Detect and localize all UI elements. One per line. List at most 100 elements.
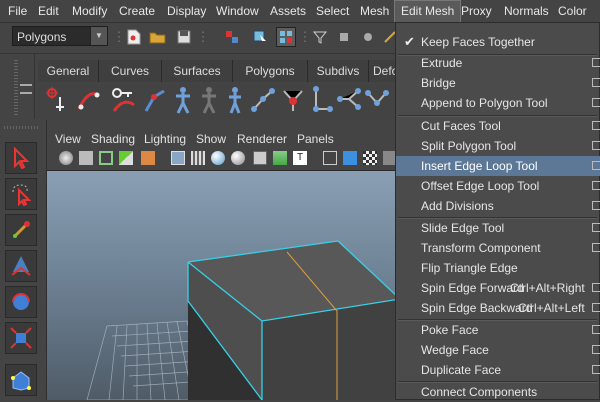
vertex-mask-icon[interactable]	[334, 27, 354, 47]
new-scene-icon[interactable]	[124, 27, 144, 47]
option-box-icon[interactable]	[592, 181, 600, 190]
menu-item-connect-components[interactable]: Connect Components	[396, 382, 600, 402]
xray-icon[interactable]	[343, 151, 357, 165]
tab-subdivs[interactable]: Subdivs	[308, 60, 369, 82]
menu-create[interactable]: Create	[113, 0, 161, 22]
menu-file[interactable]: File	[2, 0, 33, 22]
text-icon[interactable]: T	[293, 151, 307, 165]
menu-mesh[interactable]: Mesh	[354, 0, 395, 22]
image-plane-icon[interactable]	[119, 151, 133, 165]
menu-proxy[interactable]: Proxy	[455, 0, 498, 22]
menu-item-bridge[interactable]: Bridge	[396, 73, 600, 93]
select-hierarchy-icon[interactable]	[222, 27, 242, 47]
joint-insert-icon[interactable]	[310, 85, 336, 115]
tab-polygons[interactable]: Polygons	[233, 60, 308, 82]
option-box-icon[interactable]	[592, 141, 600, 150]
rotate-tool-icon[interactable]	[5, 286, 37, 318]
menu-item-append-to-polygon[interactable]: Append to Polygon Tool	[396, 93, 600, 113]
camera-select-icon[interactable]	[59, 151, 73, 165]
panel-menu-renderer[interactable]: Renderer	[237, 130, 287, 148]
menu-item-add-divisions[interactable]: Add Divisions	[396, 196, 600, 216]
menu-item-offset-edge-loop[interactable]: Offset Edge Loop Tool	[396, 176, 600, 196]
menu-edit[interactable]: Edit	[32, 0, 65, 22]
menu-modify[interactable]: Modify	[66, 0, 113, 22]
shelf-drag-handle[interactable]	[14, 60, 18, 116]
panel-menu-panels[interactable]: Panels	[297, 130, 334, 148]
select-object-icon[interactable]	[250, 27, 270, 47]
save-scene-icon[interactable]	[174, 27, 194, 47]
option-box-icon[interactable]	[592, 223, 600, 232]
universal-manipulator-icon[interactable]	[5, 364, 37, 396]
option-box-icon[interactable]	[592, 201, 600, 210]
lasso-tool-icon[interactable]	[5, 178, 37, 210]
menu-item-split-polygon[interactable]: Split Polygon Tool	[396, 136, 600, 156]
paint-select-icon[interactable]	[5, 214, 37, 246]
joint-chain-icon[interactable]	[250, 85, 276, 115]
joint-mirror-icon[interactable]	[364, 85, 390, 115]
panel-menu-show[interactable]: Show	[196, 130, 226, 148]
bookmark-icon[interactable]	[99, 151, 113, 165]
keep-faces-together-option[interactable]: ✔ Keep Faces Together	[396, 32, 600, 52]
menu-window[interactable]: Window	[210, 0, 265, 22]
menu-item-duplicate-face[interactable]: Duplicate Face	[396, 360, 600, 380]
panel-menu-shading[interactable]: Shading	[91, 130, 135, 148]
tab-general[interactable]: General	[38, 60, 99, 82]
ik-handle-icon[interactable]	[280, 85, 306, 115]
option-box-icon[interactable]	[592, 58, 600, 67]
menu-item-wedge-face[interactable]: Wedge Face	[396, 340, 600, 360]
select-component-icon[interactable]	[276, 27, 296, 47]
character-figure-icon[interactable]	[170, 85, 196, 115]
open-scene-icon[interactable]	[148, 27, 168, 47]
skeleton-tool-icon[interactable]	[142, 85, 168, 115]
option-box-icon[interactable]	[592, 243, 600, 252]
face-mask-icon[interactable]	[358, 27, 378, 47]
menu-set-dropdown[interactable]: Polygons ▼	[12, 26, 108, 46]
option-box-icon[interactable]	[592, 283, 600, 292]
tab-surfaces[interactable]: Surfaces	[162, 60, 233, 82]
chevron-down-icon[interactable]: ▼	[90, 27, 107, 45]
menu-assets[interactable]: Assets	[264, 0, 312, 22]
wireframe-icon[interactable]	[171, 151, 185, 165]
default-light-icon[interactable]	[231, 151, 245, 165]
select-tool-icon[interactable]	[5, 142, 37, 174]
panel-menu-lighting[interactable]: Lighting	[144, 130, 186, 148]
menu-item-cut-faces[interactable]: Cut Faces Tool	[396, 116, 600, 136]
scale-tool-icon[interactable]	[5, 322, 37, 354]
grease-pencil-icon[interactable]	[141, 151, 155, 165]
menu-edit-mesh[interactable]: Edit Mesh	[394, 0, 462, 22]
curve-tool-icon[interactable]	[76, 85, 102, 115]
menu-item-spin-edge-forward[interactable]: Spin Edge Forward Ctrl+Alt+Right	[396, 278, 600, 298]
checker-icon[interactable]	[363, 151, 377, 165]
option-box-icon[interactable]	[592, 303, 600, 312]
option-box-icon[interactable]	[592, 98, 600, 107]
menu-color[interactable]: Color	[552, 0, 593, 22]
menu-item-flip-triangle-edge[interactable]: Flip Triangle Edge	[396, 258, 600, 278]
panel-menu-view[interactable]: View	[55, 130, 81, 148]
menu-normals[interactable]: Normals	[498, 0, 555, 22]
menu-item-extrude[interactable]: Extrude	[396, 53, 600, 73]
perspective-viewport[interactable]	[47, 171, 400, 400]
grid-icon[interactable]	[191, 151, 205, 165]
shadows-icon[interactable]	[273, 151, 287, 165]
filter-icon[interactable]	[310, 27, 330, 47]
character-figure-icon[interactable]	[222, 85, 248, 115]
tab-curves[interactable]: Curves	[99, 60, 162, 82]
smooth-shade-icon[interactable]	[211, 151, 225, 165]
option-box-icon[interactable]	[592, 78, 600, 87]
menu-item-slide-edge[interactable]: Slide Edge Tool	[396, 218, 600, 238]
menu-item-insert-edge-loop[interactable]: Insert Edge Loop Tool	[396, 156, 600, 176]
shelf-menu-icon[interactable]	[20, 84, 32, 94]
menu-item-transform-component[interactable]: Transform Component	[396, 238, 600, 258]
option-box-icon[interactable]	[592, 365, 600, 374]
key-tool-icon[interactable]	[110, 85, 136, 115]
option-box-icon[interactable]	[592, 345, 600, 354]
option-box-icon[interactable]	[592, 161, 600, 170]
menu-display[interactable]: Display	[161, 0, 212, 22]
option-box-icon[interactable]	[592, 121, 600, 130]
move-tool-icon[interactable]	[5, 250, 37, 282]
isolate-select-icon[interactable]	[323, 151, 337, 165]
joint-branch-icon[interactable]	[336, 85, 362, 115]
menu-item-poke-face[interactable]: Poke Face	[396, 320, 600, 340]
option-box-icon[interactable]	[592, 325, 600, 334]
camera-attributes-icon[interactable]	[79, 151, 93, 165]
